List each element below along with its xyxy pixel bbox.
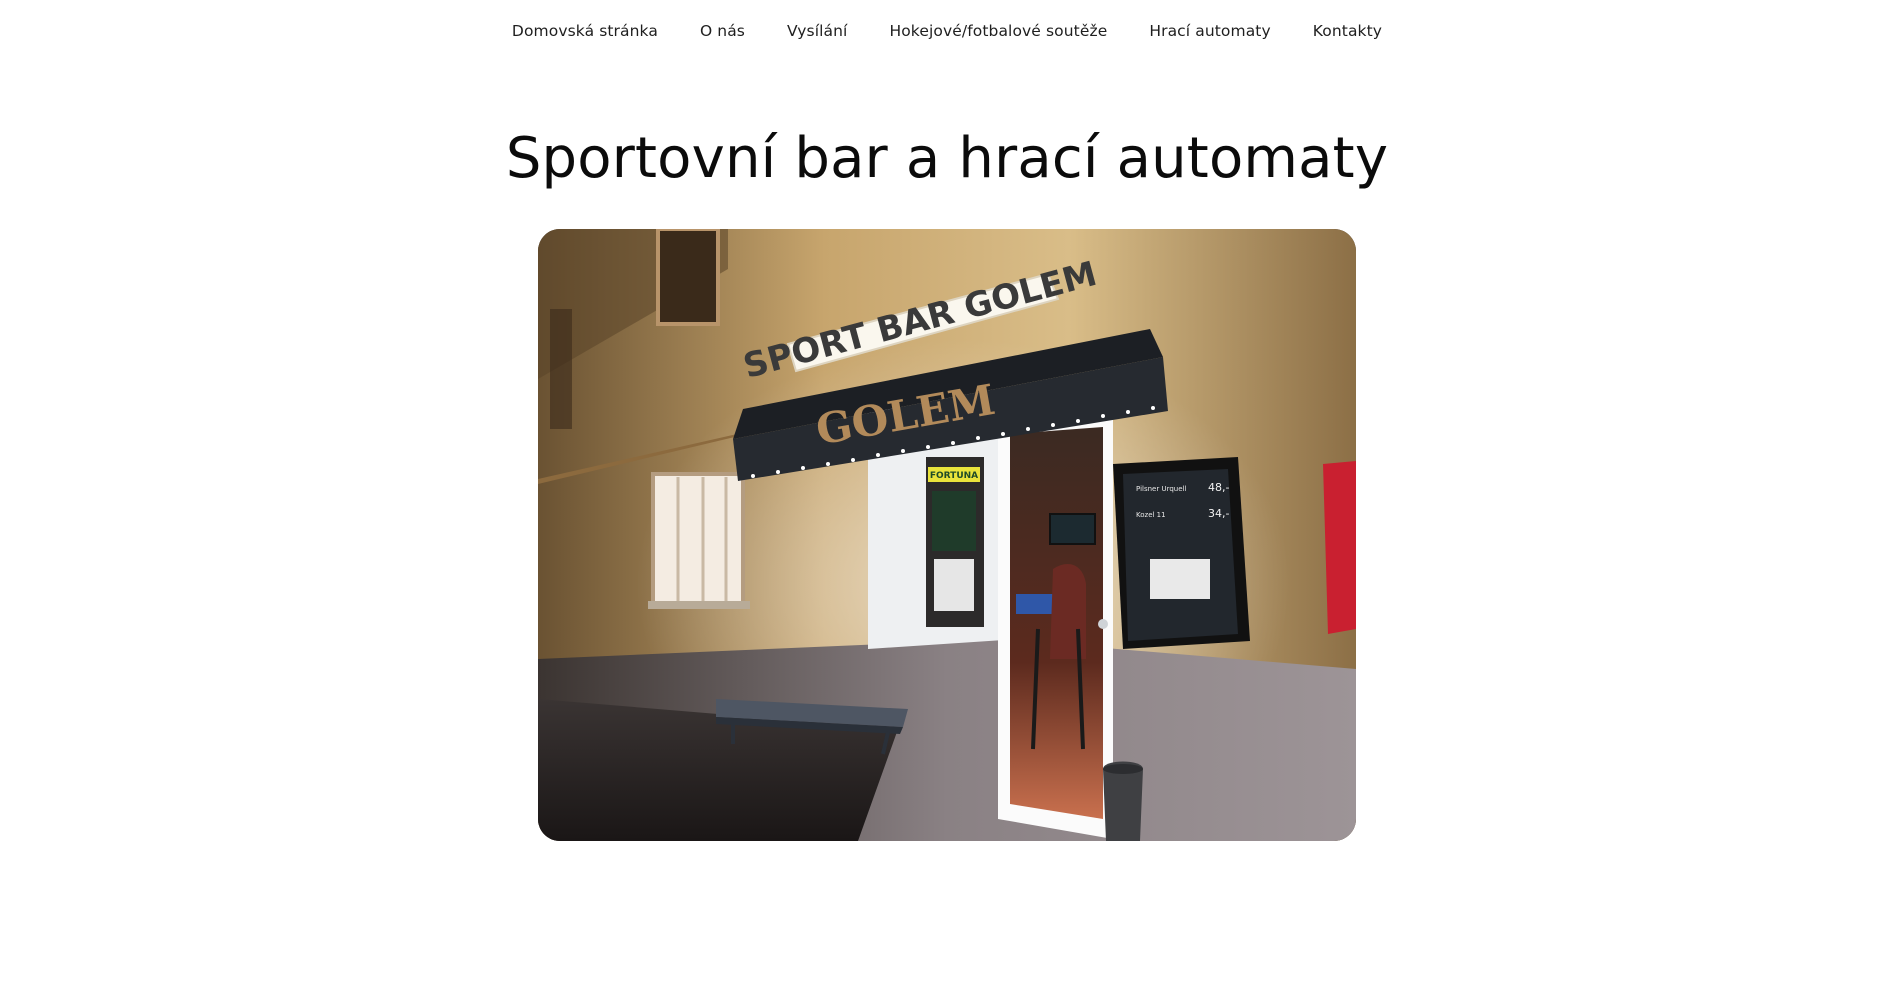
menu-line-2-name: Kozel 11 — [1136, 511, 1166, 519]
nav-link-contacts[interactable]: Kontakty — [1313, 22, 1382, 40]
nav-link-home[interactable]: Domovská stránka — [512, 22, 658, 40]
fortuna-label: FORTUNA — [930, 471, 978, 481]
nav-link-competitions[interactable]: Hokejové/fotbalové soutěže — [889, 22, 1107, 40]
nav-link-slot-machines[interactable]: Hrací automaty — [1149, 22, 1270, 40]
nav-link-broadcast[interactable]: Vysílání — [787, 22, 847, 40]
nav-link-about[interactable]: O nás — [700, 22, 745, 40]
menu-line-1-price: 48,- — [1208, 481, 1229, 494]
storefront-illustration: FORTUNA Pilsner Urquell 48,- Kozel 11 34… — [538, 229, 1356, 841]
main-navigation: Domovská stránka O nás Vysílání Hokejové… — [0, 22, 1894, 40]
page-title: Sportovní bar a hrací automaty — [505, 126, 1389, 191]
menu-line-1-name: Pilsner Urquell — [1136, 485, 1186, 493]
bar-storefront-photo: FORTUNA Pilsner Urquell 48,- Kozel 11 34… — [538, 229, 1356, 841]
menu-line-2-price: 34,- — [1208, 507, 1229, 520]
